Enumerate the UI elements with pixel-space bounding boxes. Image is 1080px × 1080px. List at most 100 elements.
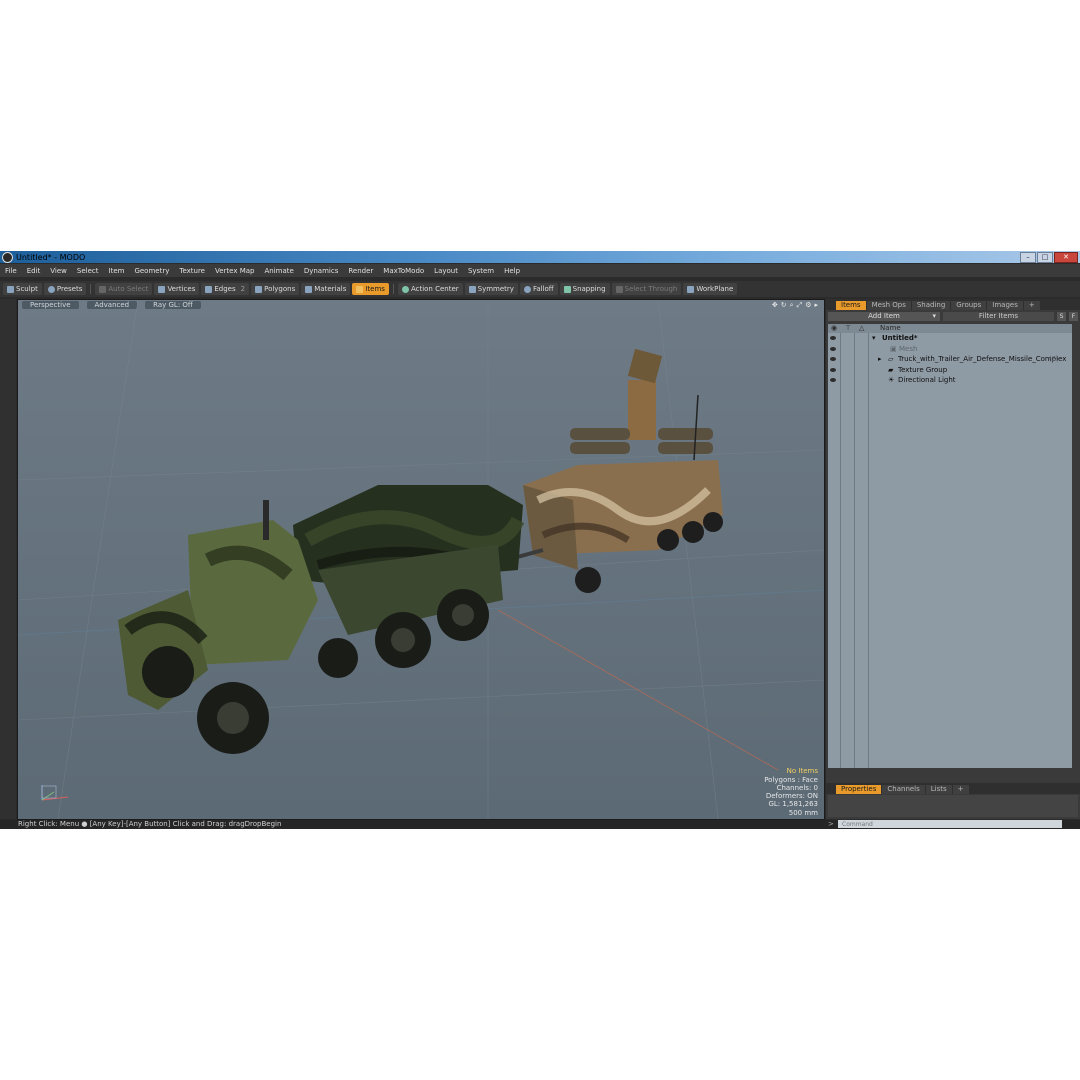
tab-channels[interactable]: Channels bbox=[882, 785, 925, 794]
stat-channels: Channels: 0 bbox=[776, 783, 818, 792]
mesh-icon: ▱ bbox=[888, 355, 894, 363]
symmetry-button[interactable]: Symmetry bbox=[464, 283, 518, 295]
presets-button[interactable]: Presets bbox=[43, 283, 87, 295]
3d-viewport[interactable]: Perspective Advanced Ray GL: Off ✥ ↻ ⌕ ⤢… bbox=[17, 299, 825, 820]
stat-gl: GL: 1,581,263 bbox=[768, 800, 818, 809]
tab-shading[interactable]: Shading bbox=[911, 301, 951, 310]
minimize-button[interactable]: – bbox=[1020, 252, 1036, 263]
workplane-icon bbox=[687, 285, 695, 293]
menu-layout[interactable]: Layout bbox=[429, 267, 463, 275]
materials-button[interactable]: Materials bbox=[301, 283, 351, 295]
mesh-icon: ▣ bbox=[890, 344, 897, 353]
f-button[interactable]: F bbox=[1069, 312, 1078, 321]
visibility-eye-icon[interactable] bbox=[830, 336, 836, 340]
expand-arrow-icon[interactable]: ▸ bbox=[878, 354, 882, 365]
tab-groups[interactable]: Groups bbox=[951, 301, 987, 310]
child-count: (3) bbox=[1049, 355, 1059, 363]
workplane-button[interactable]: WorkPlane bbox=[683, 283, 738, 295]
menu-system[interactable]: System bbox=[463, 267, 499, 275]
visibility-eye-icon[interactable] bbox=[830, 378, 836, 382]
truck-model bbox=[118, 485, 525, 754]
modo-window: Untitled* - MODO – □ ✕ File Edit View Se… bbox=[0, 251, 1080, 829]
modo-logo-icon bbox=[2, 251, 13, 263]
menu-help[interactable]: Help bbox=[499, 267, 525, 275]
name-column-header[interactable]: Name bbox=[880, 324, 901, 332]
maximize-button[interactable]: □ bbox=[1037, 252, 1053, 263]
left-tool-strip bbox=[0, 299, 16, 819]
menu-view[interactable]: View bbox=[45, 267, 72, 275]
edges-button[interactable]: Edges 2 bbox=[201, 283, 250, 295]
menu-geometry[interactable]: Geometry bbox=[129, 267, 174, 275]
panel-tabs: Items Mesh Ops Shading Groups Images + bbox=[826, 299, 1080, 310]
snapping-button[interactable]: Snapping bbox=[559, 283, 610, 295]
symmetry-icon bbox=[468, 285, 476, 293]
light-icon: ☀ bbox=[888, 376, 895, 384]
menu-vertex-map[interactable]: Vertex Map bbox=[210, 267, 260, 275]
visibility-eye-icon[interactable] bbox=[830, 346, 836, 351]
tree-label: Truck_with_Trailer_Air_Defense_Missile_C… bbox=[898, 355, 1067, 363]
select-through-button[interactable]: Select Through bbox=[611, 283, 682, 295]
visibility-eye-icon[interactable] bbox=[830, 367, 836, 372]
menu-animate[interactable]: Animate bbox=[259, 267, 298, 275]
add-item-dropdown[interactable]: Add Item ▾ bbox=[828, 312, 940, 321]
menu-bar: File Edit View Select Item Geometry Text… bbox=[0, 264, 1080, 277]
tree-row-directional-light[interactable]: ☀ Directional Light bbox=[828, 375, 1072, 386]
falloff-button[interactable]: Falloff bbox=[519, 283, 558, 295]
sculpt-button[interactable]: Sculpt bbox=[3, 283, 42, 295]
auto-select-button[interactable]: Auto Select bbox=[95, 283, 153, 295]
items-button[interactable]: Items bbox=[352, 283, 389, 295]
snapping-icon bbox=[563, 285, 571, 293]
lock-icon: ⊤ bbox=[845, 324, 852, 332]
command-input[interactable] bbox=[838, 820, 1062, 828]
command-prompt-icon: > bbox=[828, 820, 834, 828]
tree-row-mesh[interactable]: ▣ Mesh bbox=[828, 344, 1072, 355]
polygons-button[interactable]: Polygons bbox=[251, 283, 300, 295]
close-button[interactable]: ✕ bbox=[1054, 252, 1078, 263]
window-title: Untitled* - MODO bbox=[16, 252, 86, 262]
items-panel: Items Mesh Ops Shading Groups Images + A… bbox=[826, 299, 1080, 819]
menu-maxtomodo[interactable]: MaxToModo bbox=[378, 267, 429, 275]
presets-icon bbox=[47, 285, 55, 293]
falloff-icon bbox=[523, 285, 531, 293]
tab-images[interactable]: Images bbox=[987, 301, 1023, 310]
tree-label: Untitled* bbox=[882, 334, 918, 342]
scene-render bbox=[18, 300, 824, 819]
stat-polygons: Polygons : Face bbox=[764, 775, 818, 784]
stat-scale: 500 mm bbox=[788, 808, 818, 817]
menu-item[interactable]: Item bbox=[104, 267, 130, 275]
menu-file[interactable]: File bbox=[0, 267, 22, 275]
tab-properties[interactable]: Properties bbox=[836, 785, 882, 794]
menu-texture[interactable]: Texture bbox=[174, 267, 210, 275]
tree-row-untitled[interactable]: ▾ Untitled* bbox=[828, 333, 1072, 344]
items-icon bbox=[356, 285, 364, 293]
toolbar: Sculpt Presets Auto Select Vertices Edge… bbox=[0, 281, 1080, 297]
status-hint: Right Click: Menu ● [Any Key]-[Any Butto… bbox=[18, 820, 282, 828]
vertices-icon bbox=[158, 285, 166, 293]
dropdown-arrow-icon: ▾ bbox=[932, 312, 936, 320]
menu-edit[interactable]: Edit bbox=[22, 267, 46, 275]
action-center-button[interactable]: Action Center bbox=[397, 283, 463, 295]
visibility-eye-icon[interactable] bbox=[830, 357, 836, 361]
expand-arrow-icon[interactable]: ▾ bbox=[872, 333, 876, 344]
add-tab-button[interactable]: + bbox=[1023, 301, 1040, 310]
tree-row-truck[interactable]: ▸ ▱ Truck_with_Trailer_Air_Defense_Missi… bbox=[828, 354, 1072, 365]
vertices-button[interactable]: Vertices bbox=[154, 283, 200, 295]
texture-group-icon: ▰ bbox=[888, 365, 894, 374]
tree-row-texture-group[interactable]: ▰ Texture Group bbox=[828, 365, 1072, 376]
add-tab-button[interactable]: + bbox=[952, 785, 969, 794]
viewport-stats: No Items Polygons : Face Channels: 0 Def… bbox=[764, 767, 818, 817]
tree-label: Texture Group bbox=[898, 365, 948, 374]
add-item-row: Add Item ▾ Filter Items S F bbox=[828, 312, 1078, 322]
polygons-icon bbox=[255, 285, 263, 293]
properties-body bbox=[828, 795, 1078, 817]
menu-dynamics[interactable]: Dynamics bbox=[299, 267, 344, 275]
tab-mesh-ops[interactable]: Mesh Ops bbox=[866, 301, 911, 310]
tab-items[interactable]: Items bbox=[836, 301, 866, 310]
tab-lists[interactable]: Lists bbox=[925, 785, 952, 794]
s-button[interactable]: S bbox=[1057, 312, 1066, 321]
materials-icon bbox=[305, 285, 313, 293]
tree-header: ◉ ⊤ △ Name bbox=[828, 324, 1072, 333]
filter-items-input[interactable]: Filter Items bbox=[943, 312, 1054, 321]
menu-select[interactable]: Select bbox=[72, 267, 104, 275]
menu-render[interactable]: Render bbox=[343, 267, 378, 275]
